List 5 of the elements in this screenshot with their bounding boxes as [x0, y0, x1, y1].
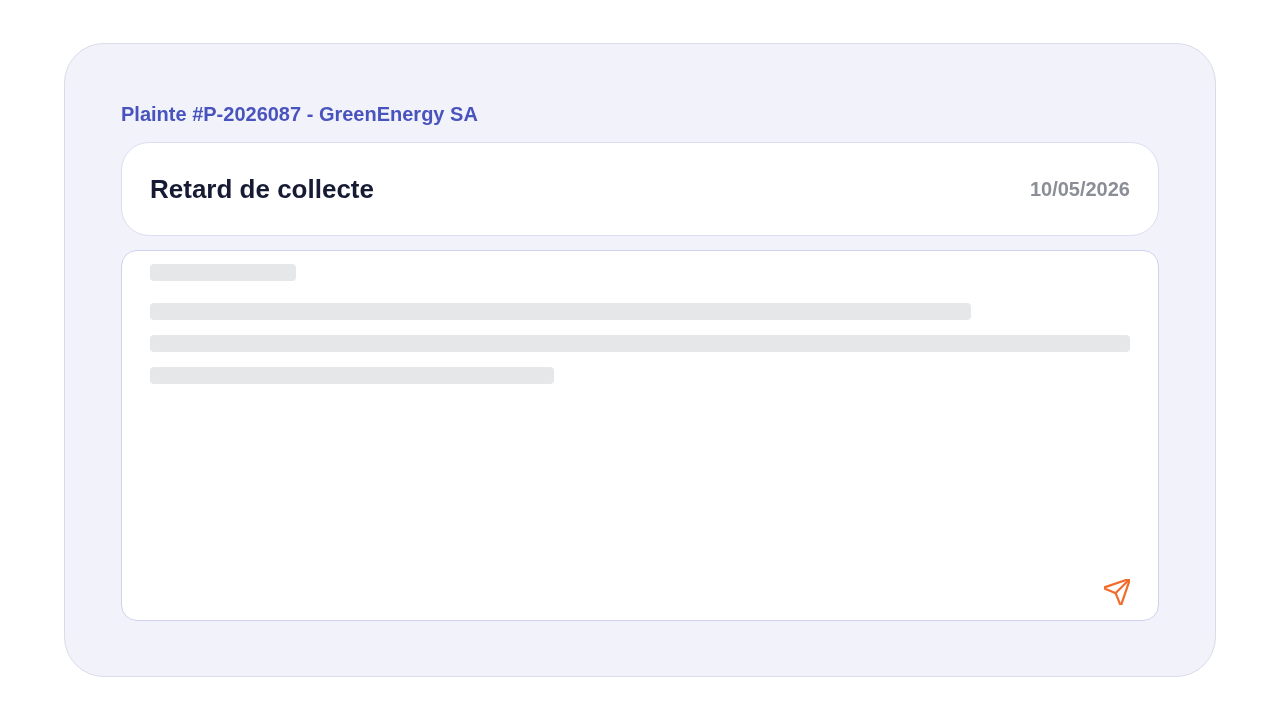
- subject-title: Retard de collecte: [150, 172, 374, 206]
- send-button[interactable]: [1103, 578, 1131, 606]
- complaint-heading: Plainte #P-2026087 - GreenEnergy SA: [121, 102, 478, 127]
- send-icon: [1104, 579, 1130, 605]
- subject-date: 10/05/2026: [1029, 177, 1130, 202]
